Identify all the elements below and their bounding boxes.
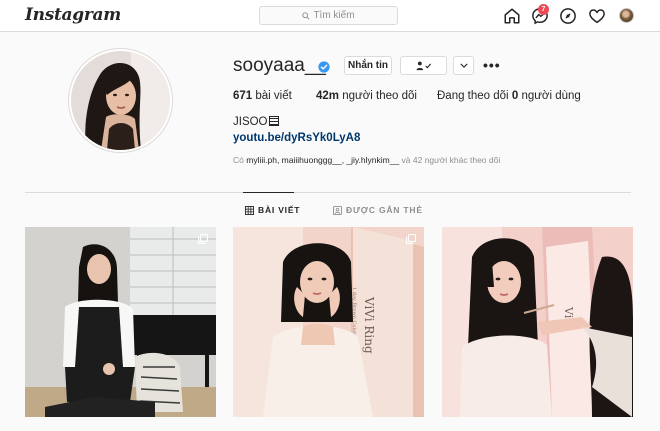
followed-by-suffix: và 42 người khác theo dõi [401, 155, 501, 165]
verified-badge-icon [318, 60, 330, 73]
posts-count-stat: 671 bài viết [233, 90, 292, 102]
post-thumbnail-2[interactable]: ViVi Ring 1 day Brown Color [233, 227, 424, 417]
followed-by-users: myliii.ph, maiiihuonggg__, _jiy.hlynkim_… [246, 155, 400, 165]
followed-by-text[interactable]: Có myliii.ph, maiiihuonggg__, _jiy.hlynk… [233, 155, 500, 165]
profile-menu-avatar[interactable] [619, 8, 634, 23]
posts-label: bài viết [255, 90, 292, 102]
post-thumbnail-1[interactable] [25, 227, 216, 417]
followed-by-prefix: Có [233, 155, 244, 165]
profile-full-name: JISOO [233, 116, 279, 128]
tab-tagged[interactable]: ĐƯỢC GẮN THẺ [333, 205, 423, 215]
top-navigation-bar: Instagram Tìm kiếm 7 [0, 0, 660, 32]
post2-brand-text: ViVi Ring [362, 296, 376, 354]
followers-stat[interactable]: 42m người theo dõi [316, 90, 417, 102]
message-button[interactable]: Nhắn tin [344, 56, 392, 75]
messages-badge: 7 [538, 4, 549, 15]
tabs-divider [25, 192, 631, 193]
grid-icon [245, 205, 254, 215]
message-button-label: Nhắn tin [348, 60, 388, 71]
following-stat[interactable]: Đang theo dõi 0 người dùng [437, 90, 581, 102]
posts-count: 671 [233, 90, 253, 102]
profile-username: sooyaaa__ [233, 55, 326, 76]
followers-label: người theo dõi [342, 90, 417, 102]
active-tab-indicator [243, 192, 294, 193]
search-placeholder: Tìm kiếm [313, 10, 355, 21]
following-suffix: người dùng [521, 90, 581, 102]
multiple-photos-icon [406, 234, 416, 244]
activity-heart-icon[interactable] [588, 7, 606, 25]
tagged-icon [333, 205, 342, 215]
following-status-button[interactable] [400, 56, 447, 75]
profile-avatar[interactable] [71, 51, 170, 150]
tab-tagged-label: ĐƯỢC GẮN THẺ [346, 205, 423, 215]
tab-posts-label: BÀI VIẾT [258, 205, 301, 215]
full-name-text: JISOO [233, 116, 268, 128]
followers-count: 42m [316, 90, 340, 102]
options-more-icon[interactable]: ••• [483, 57, 501, 73]
explore-compass-icon[interactable] [559, 7, 577, 25]
following-count: 0 [511, 90, 519, 102]
flag-emoji-icon [268, 116, 279, 126]
post-thumbnail-3[interactable]: ViVi [442, 227, 633, 417]
person-check-icon [416, 61, 431, 70]
multiple-photos-icon [198, 234, 208, 244]
instagram-logo[interactable]: Instagram [25, 5, 121, 25]
chevron-down-icon [459, 63, 468, 68]
following-prefix: Đang theo dõi [437, 90, 509, 102]
bio-link[interactable]: youtu.be/dyRsYk0LyA8 [233, 132, 360, 144]
suggested-accounts-button[interactable] [453, 56, 474, 75]
search-icon [302, 11, 310, 20]
tab-posts[interactable]: BÀI VIẾT [245, 205, 300, 215]
home-icon[interactable] [503, 7, 521, 25]
search-input[interactable]: Tìm kiếm [259, 6, 398, 25]
